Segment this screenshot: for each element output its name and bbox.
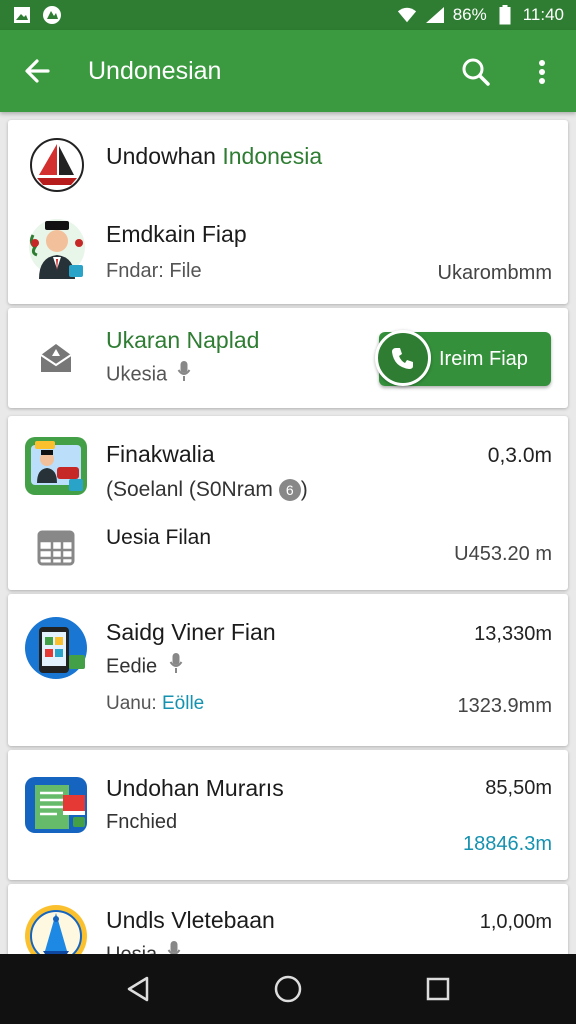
item-subtitle-2-label: Uanu: xyxy=(106,693,162,714)
item-size: 13,330m xyxy=(474,623,552,645)
item-secondary-size: 1323.9mm xyxy=(457,695,553,717)
nav-recents-button[interactable] xyxy=(418,969,458,1009)
item-name: Ukaran Naplad xyxy=(106,327,260,353)
item-size: 85,50m xyxy=(485,777,552,799)
signal-icon xyxy=(425,5,445,25)
item-size: 0,3.0m xyxy=(487,444,552,467)
back-button[interactable] xyxy=(18,52,56,90)
person-avatar-icon xyxy=(24,212,90,284)
mic-icon xyxy=(169,652,183,682)
image-notification-icon xyxy=(12,5,32,25)
more-vert-icon xyxy=(539,60,545,84)
item-subtitle: Ukesia xyxy=(106,360,191,390)
item-secondary-size: 18846.3m xyxy=(463,833,552,855)
item-subtitle-text: (Soelanl (S0Nram xyxy=(106,478,273,501)
search-icon xyxy=(462,58,490,86)
search-button[interactable] xyxy=(456,52,496,92)
item-subtitle-text: Uesia xyxy=(106,943,157,954)
list-item[interactable]: Saidg Viner Fian Eedie Uanu: Eölle 13,33… xyxy=(8,594,568,746)
item-name: Emdkain Fiap xyxy=(106,221,247,247)
count-badge: 6 xyxy=(278,479,301,502)
list-item[interactable]: Finakwalia (Soelanl (S0Nram 6) 0,3.0m Ue… xyxy=(8,416,568,590)
call-button-label: Ireim Fiap xyxy=(439,348,528,370)
item-subtitle: (Soelanl (S0Nram 6) xyxy=(106,478,308,502)
item-title: Undowhan Indonesia xyxy=(106,142,322,170)
item-title-part2: Indonesia xyxy=(222,143,323,169)
item-name: Finakwalia xyxy=(106,441,215,467)
list-item[interactable]: Ukaran Naplad Ukesia Ireim Fiap xyxy=(8,308,568,408)
item-secondary-size: U453.20 m xyxy=(454,543,552,565)
item-secondary-name: Uesia Filan xyxy=(106,526,212,549)
item-subtitle: Fndar: File xyxy=(106,260,202,282)
item-subtitle-2-value: Eölle xyxy=(161,693,205,714)
folder-avatar-icon xyxy=(22,432,90,500)
mic-icon xyxy=(177,360,191,390)
document-icon xyxy=(22,770,90,838)
emblem-icon xyxy=(22,902,90,954)
app-bar: Undonesian xyxy=(0,30,576,112)
item-name: Saidg Viner Fian xyxy=(106,619,276,645)
square-recents-icon xyxy=(426,977,450,1001)
item-subtitle-text: Ukesia xyxy=(106,363,168,386)
list-item[interactable]: Undls Vletebaan Uesia 1,0,00m xyxy=(8,884,568,954)
sailboat-icon xyxy=(28,136,86,194)
status-bar: 86% 11:40 xyxy=(0,0,576,30)
item-name: Undohan Murarıs xyxy=(106,775,284,801)
item-size: 1,0,00m xyxy=(479,911,552,933)
circle-home-icon xyxy=(274,975,302,1003)
system-nav-bar xyxy=(0,954,576,1024)
item-subtitle: Uesia xyxy=(106,940,181,954)
app-notification-icon xyxy=(42,5,62,25)
item-subtitle: Eedie xyxy=(106,652,183,682)
nav-home-button[interactable] xyxy=(268,969,308,1009)
table-icon xyxy=(34,526,78,570)
clock: 11:40 xyxy=(522,5,564,24)
phone-icon xyxy=(375,330,431,386)
list-item[interactable]: Undowhan Indonesia Emdkain Fiap Fndar: F… xyxy=(8,120,568,304)
phone-app-icon xyxy=(22,614,90,682)
list-item[interactable]: Undohan Murarıs Fnchied 85,50m 18846.3m xyxy=(8,750,568,880)
item-size: Ukarombmm xyxy=(437,262,552,284)
item-subtitle-text: Eedie xyxy=(106,655,158,678)
overflow-menu-button[interactable] xyxy=(524,52,560,92)
call-button[interactable]: Ireim Fiap xyxy=(375,330,551,386)
contact-list[interactable]: Undowhan Indonesia Emdkain Fiap Fndar: F… xyxy=(0,112,576,954)
item-name: Undls Vletebaan xyxy=(106,907,275,933)
nav-back-button[interactable] xyxy=(118,969,158,1009)
mail-icon xyxy=(36,338,76,378)
back-arrow-icon xyxy=(25,59,50,83)
battery-percent: 86% xyxy=(452,5,487,24)
battery-icon xyxy=(495,5,515,25)
triangle-back-icon xyxy=(127,976,149,1002)
mic-icon xyxy=(167,940,181,954)
item-title-part1: Undowhan xyxy=(106,143,223,169)
page-title: Undonesian xyxy=(88,57,222,85)
item-subtitle: Fnchied xyxy=(106,811,178,833)
wifi-icon xyxy=(397,5,417,25)
item-subtitle-2: Uanu: Eölle xyxy=(106,690,204,718)
